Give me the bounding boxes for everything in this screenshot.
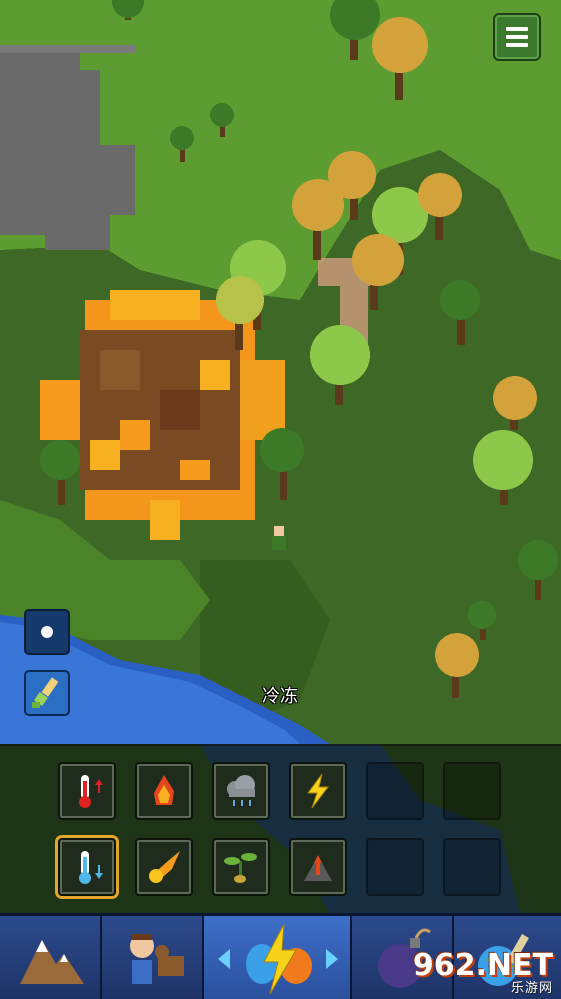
power-rain-cloud-button[interactable] [212,762,270,820]
power-fireball-button[interactable] [135,838,193,896]
powers-panel [0,744,561,916]
power-seed-button[interactable] [212,838,270,896]
rain-cloud-icon [227,775,255,806]
villager-and-cow-icon [130,934,184,984]
power-heat-button[interactable] [58,762,116,820]
tab-powers[interactable] [204,916,352,999]
thermometer-down-icon [79,851,103,884]
thermometer-up-icon [79,775,103,808]
tab-creatures[interactable] [102,916,204,999]
selected-tool-label: 冷冻 [262,686,298,707]
fireball-icon [149,851,180,883]
mountain-icon [20,940,84,984]
paint-mode-button[interactable] [24,670,70,716]
watermark-sub-text: 乐游网 [510,981,553,996]
watermark-main-text: 962.NET [412,948,553,983]
lightning-icon [307,773,330,809]
sprout-icon [224,853,257,883]
power-volcano-button[interactable] [289,838,347,896]
power-freeze-button[interactable] [58,838,116,896]
site-watermark: 962.NET 乐游网 [412,948,553,997]
lightning-water-fire-icon [218,923,338,995]
brush-size-dot-icon [41,626,53,638]
volcano-icon [304,855,332,881]
power-fire-button[interactable] [135,762,193,820]
power-lightning-button[interactable] [289,762,347,820]
fire-icon [154,775,174,805]
empty-slot [443,838,501,896]
tab-terrain[interactable] [0,916,102,999]
category-tab-bar: 962.NET 乐游网 [0,913,561,999]
menu-button[interactable] [493,13,541,61]
empty-slot [443,762,501,820]
brush-size-button[interactable] [24,609,70,655]
paintbrush-icon [32,677,59,708]
game-screen: 冷冻 962.NET 乐游网 [0,0,561,999]
empty-slot [366,762,424,820]
empty-slot [366,838,424,896]
